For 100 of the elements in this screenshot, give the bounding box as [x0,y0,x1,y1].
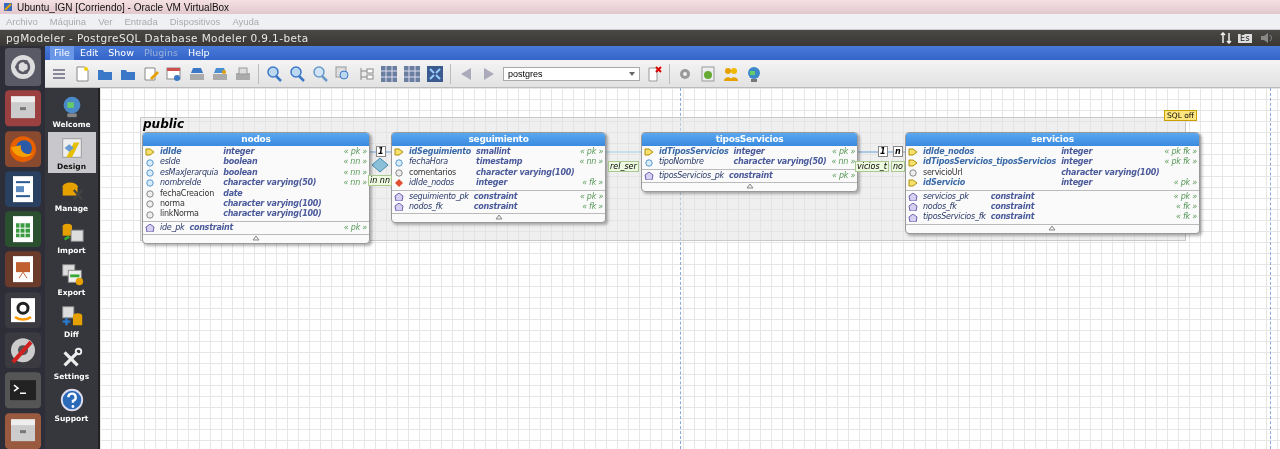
table-entity[interactable] [905,132,1200,234]
circle-icon [394,169,404,177]
files-icon[interactable] [4,412,41,449]
keyboard-layout-indicator[interactable]: Es [1237,33,1252,43]
column-name: linkNorma [160,209,200,220]
collapse-icon[interactable] [252,235,260,242]
column-type: character varying(100) [1061,167,1160,178]
column-type: integer [1061,147,1094,157]
column-type: constraint [990,191,1036,202]
column-type: character varying(50) [223,178,318,189]
constraint-name: tiposServicios_fk [923,212,986,223]
presentation-icon[interactable] [4,251,41,288]
column-type: boolean [223,157,259,168]
terminal-icon[interactable] [4,372,41,409]
column-name: esMaxJerarquia [160,167,219,178]
ubuntu-logo-button[interactable] [4,48,41,87]
constraint-label: « pk fk » [1164,157,1197,168]
column-name: esIde [160,157,182,168]
column-type: constraint [473,202,519,213]
sidebar-item-icon [58,386,85,413]
circle-icon [644,158,654,167]
constraint-name: nodos_fk [923,202,958,212]
document-icon[interactable] [4,170,41,208]
column-type: integer [476,178,509,189]
circle-icon [145,189,155,198]
table-entity[interactable]: seguimiento idSeguimiento smallint « pk » fechaHora timestamp « nn » comentarios character varying(100) idIde_nodos integer « fk » seguimiento_pk constraint « pk » nodos_fk constraint « fk » [391,132,607,224]
window-title: pgModeler - PostgreSQL Database Modeler 0.9.1-beta [6,32,310,44]
column-name: idIde [160,147,183,157]
constraint-label: « nn » [579,157,604,168]
column-type: boolean [223,167,259,178]
key-icon [908,179,918,188]
table-header: tiposServicios [642,133,858,146]
constraint-name: nodos_fk [409,202,444,213]
circle-icon [394,158,404,167]
diamond-icon [394,179,404,188]
table-entity[interactable] [142,132,370,245]
key-icon [394,148,404,157]
column-type: timestamp [476,157,524,168]
constraint-name: servicios_pk [923,191,970,202]
column-type: date [223,188,244,199]
close-document-icon[interactable] [645,64,663,83]
relationship-label: in nn [368,175,392,186]
constraint-label: « pk » [579,147,604,158]
column-type: constraint [473,191,519,202]
column-name: idTiposServicios_tiposServicios [923,157,1057,168]
speaker-icon[interactable] [1260,32,1274,44]
relationship-label: vicios_t [855,161,889,172]
constraint-label: « fk » [1175,202,1197,212]
constraint-label: « pk » [579,191,604,202]
constraint-label: « fk » [1175,212,1197,223]
settings-icon[interactable] [4,332,41,369]
window-title: Ubuntu_IGN [Corriendo] - Oracle VM VirtualBox [17,1,230,13]
constraint-icon [644,172,654,180]
column-name: fechaCreacion [160,188,215,200]
column-type: character varying(50) [733,157,827,168]
column-name: idServicio [923,178,967,189]
column-type: character varying(100) [223,199,323,209]
window-icon[interactable] [165,64,183,83]
constraint-name: ide_pk [160,222,185,234]
zoom-in-icon[interactable] [265,64,283,83]
menu-item[interactable]: Edit [75,46,103,60]
constraint-label: « pk » [343,222,367,234]
column-type: character varying(100) [476,167,575,178]
new-document-icon[interactable] [73,64,91,83]
collapse-icon[interactable] [745,183,754,190]
constraint-label: « nn » [831,157,856,168]
zoom-in-icon[interactable] [288,64,306,83]
document-edit-icon[interactable] [142,64,160,83]
constraint-label: « nn » [343,157,367,168]
grid-icon[interactable] [380,64,398,83]
key-icon [644,148,654,157]
constraint-label: « pk » [831,170,856,182]
files-icon[interactable] [4,90,41,127]
grid-icon[interactable] [403,64,421,83]
column-type: constraint [728,170,774,182]
circle-icon [145,158,155,167]
relationship-diamond [371,157,389,173]
column-type: constraint [990,202,1036,212]
column-name: idIde_nodos [409,178,455,189]
collapse-icon[interactable] [494,214,503,221]
column-type: integer [1061,178,1094,189]
column-name: idSeguimiento [409,147,472,157]
spreadsheet-icon[interactable] [4,211,41,248]
printer-icon[interactable] [234,64,252,83]
menu-item[interactable]: Show [104,46,138,60]
circle-icon [145,169,155,177]
fit-icon[interactable] [426,64,444,83]
column-type: constraint [990,212,1036,223]
menu-item[interactable]: Help [184,46,214,60]
constraint-label: « pk » [1172,178,1197,189]
column-type: integer [733,147,766,157]
collapse-icon[interactable] [1048,224,1057,231]
connection-dropdown[interactable]: postgres [503,66,640,81]
circle-icon [145,210,155,219]
column-name: idIde_nodos [923,147,976,157]
zoom-out-icon[interactable] [311,64,329,83]
network-icon[interactable] [1219,32,1232,44]
globe-icon[interactable] [745,64,763,83]
relationship-label: n [893,146,903,157]
firefox-icon[interactable] [4,130,41,167]
